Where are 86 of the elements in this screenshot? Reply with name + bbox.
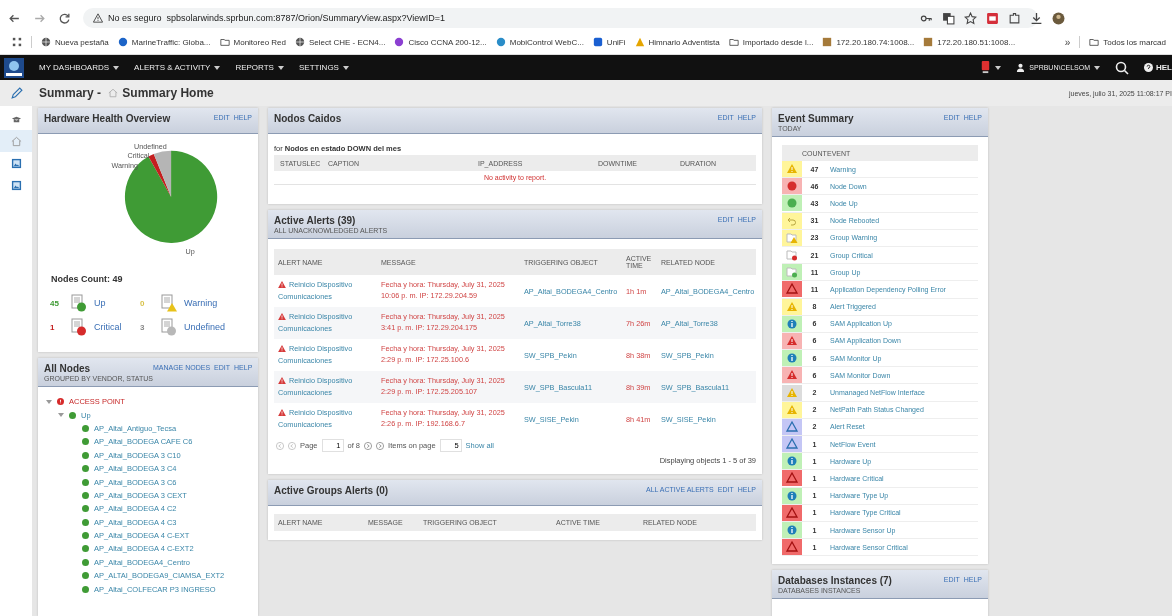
- status-link[interactable]: Warning: [184, 298, 218, 308]
- document-dot-icon: [71, 318, 87, 336]
- image-icon: [10, 179, 22, 191]
- view-name: Summary Home: [122, 86, 214, 100]
- warning-icon: [278, 345, 286, 353]
- apps-grid-icon[interactable]: [12, 37, 22, 47]
- security-label[interactable]: No es seguro: [108, 13, 162, 23]
- warning-icon: [278, 313, 286, 321]
- avatar-icon[interactable]: [1052, 11, 1065, 25]
- warning-icon: [278, 409, 286, 417]
- globe-icon: [295, 37, 305, 47]
- star-icon[interactable]: [964, 11, 977, 25]
- all-bookmarks-link[interactable]: Todos los marcad: [1089, 37, 1166, 47]
- image-icon: [923, 37, 934, 47]
- nav-menu[interactable]: REPORTS: [235, 63, 284, 72]
- bookmark[interactable]: Cisco CCNA 200-12...: [394, 37, 487, 47]
- url-text: spbsolarwinds.sprbun.com:8787/Orion/SummaryView.aspx?ViewID=1: [166, 13, 446, 23]
- caret-icon: [342, 65, 349, 70]
- logo-icon[interactable]: [4, 57, 24, 78]
- address-field[interactable]: No es seguro spbsolarwinds.sprbun.com:8787/Orion/SummaryView.aspx?ViewID=1: [83, 8, 1038, 28]
- panel-title: Databases Instances (7): [778, 575, 892, 587]
- status-link[interactable]: Critical: [94, 322, 122, 332]
- expand-toggle-icon[interactable]: [58, 412, 64, 419]
- search-icon[interactable]: [1115, 60, 1129, 75]
- square-icon: [592, 37, 603, 47]
- extension-icon[interactable]: [986, 11, 999, 25]
- panel-title: Active Alerts (39): [274, 215, 357, 226]
- more-bookmarks-button[interactable]: »: [1064, 36, 1071, 48]
- nodes-count: Nodes Count: 49: [51, 274, 124, 284]
- page-title: Summary -: [39, 86, 103, 100]
- bookmark[interactable]: Importado desde l...: [728, 37, 814, 47]
- warning-icon: [278, 281, 286, 289]
- caret-icon: [214, 65, 221, 70]
- bookmark[interactable]: MobiControl WebC...: [495, 37, 584, 47]
- bookmark[interactable]: Nueva pestaña: [41, 37, 109, 47]
- warning-icon: [93, 13, 103, 23]
- warning-icon: [278, 377, 286, 385]
- document-dot-icon: [71, 294, 87, 312]
- expand-toggle-icon[interactable]: [46, 398, 52, 405]
- help-icon: [1144, 63, 1153, 72]
- nav-menu[interactable]: ALERTS & ACTIVITY: [134, 63, 221, 72]
- pencil-icon[interactable]: [10, 86, 23, 100]
- reload-icon[interactable]: [58, 11, 71, 25]
- folder-icon: [1089, 37, 1100, 47]
- status-count: 1: [50, 322, 56, 332]
- bookmark[interactable]: 172.20.180.74:1008...: [822, 37, 915, 47]
- panel-title: Event Summary: [778, 113, 854, 124]
- document-dot-icon: [161, 318, 177, 336]
- caret-icon: [1094, 65, 1100, 70]
- circle-icon: [117, 37, 128, 47]
- folder-icon: [728, 37, 739, 47]
- bookmark[interactable]: Monitoreo Red: [219, 37, 286, 47]
- bookmark[interactable]: Select CHE - ECN4...: [295, 37, 386, 47]
- caret-icon: [277, 65, 284, 70]
- bookmark[interactable]: MarineTraffic: Globa...: [117, 37, 211, 47]
- home-icon: [10, 135, 22, 147]
- panel-title: Hardware Health Overview: [44, 113, 171, 124]
- bookmark[interactable]: Himnario Adventista: [634, 37, 720, 47]
- caret-icon: [113, 65, 120, 70]
- status-link[interactable]: Up: [94, 298, 106, 308]
- status-link[interactable]: Undefined: [184, 322, 226, 332]
- user-icon: [1016, 63, 1026, 72]
- image-icon: [822, 37, 833, 47]
- panel-title: Nodos Caidos: [274, 113, 342, 124]
- caret-icon: [995, 65, 1002, 70]
- image-icon: [10, 157, 22, 169]
- status-count: 0: [140, 298, 146, 308]
- nav-menu[interactable]: MY DASHBOARDS: [39, 63, 120, 72]
- document-warning-icon: [161, 294, 177, 312]
- translate-icon[interactable]: [942, 11, 955, 25]
- globe-icon: [41, 37, 51, 47]
- panel-title: Active Groups Alerts (0): [274, 485, 389, 496]
- help-menu[interactable]: HEL: [1144, 63, 1172, 72]
- bookmark[interactable]: UniFi: [592, 37, 626, 47]
- circle-icon: [394, 37, 405, 47]
- panel-title: All Nodes: [44, 363, 92, 374]
- folder-icon: [219, 37, 230, 47]
- bookmark[interactable]: 172.20.180.51:1008...: [923, 37, 1016, 47]
- triangle-icon: [634, 37, 645, 47]
- status-count: 45: [50, 298, 60, 308]
- nav-menu[interactable]: SETTINGS: [298, 63, 349, 72]
- home-icon: [108, 88, 119, 98]
- download-icon[interactable]: [1030, 11, 1043, 25]
- notification-button[interactable]: [979, 61, 1002, 74]
- status-count: 3: [140, 322, 146, 332]
- circle-icon: [495, 37, 506, 47]
